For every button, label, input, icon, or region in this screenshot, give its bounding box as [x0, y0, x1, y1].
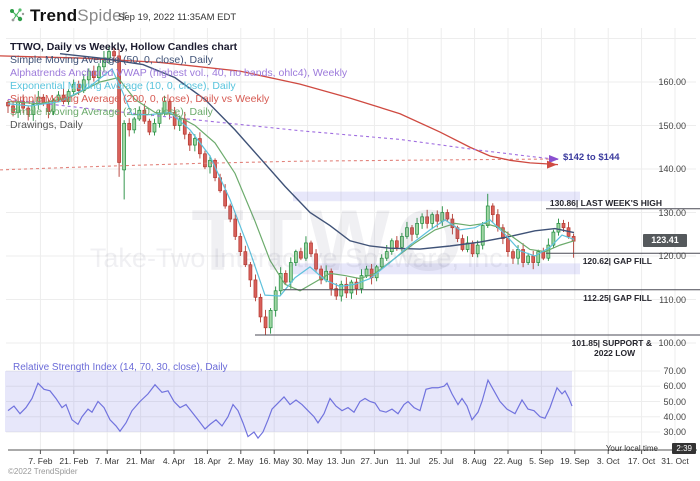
vwap-target-arrow-icon [549, 155, 559, 163]
price-axis-label: 150.00 [640, 121, 686, 131]
candle-body [188, 134, 191, 145]
rsi-axis-label: 70.00 [640, 366, 686, 376]
legend-anchored-vwap-weekly[interactable]: Alphatrends Anchored VWAP (highest vol.,… [10, 67, 347, 80]
drawing-annotation-label: 112.25| GAP FILL [452, 293, 652, 303]
rsi-indicator-label[interactable]: Relative Strength Index (14, 70, 30, clo… [13, 362, 228, 373]
rsi-range-band [5, 371, 572, 432]
trendspider-chart-window: TTWO Take-Two Interactive Software, Inc.… [0, 0, 700, 481]
candle-body [264, 317, 267, 328]
price-axis-label: 130.00 [640, 208, 686, 218]
rsi-axis-label: 50.00 [640, 397, 686, 407]
rsi-axis-label: 60.00 [640, 381, 686, 391]
drawing-annotation-label: 130.86| LAST WEEK'S HIGH [462, 198, 662, 208]
local-time-badge[interactable]: 2:39 [672, 443, 696, 454]
candle-body [203, 154, 206, 167]
copyright-text: ©2022 TrendSpider [8, 467, 78, 476]
price-target-label: $142 to $144 [563, 152, 620, 163]
candle-body [274, 291, 277, 311]
brand-logo[interactable]: TrendSpider [30, 6, 128, 26]
candle-body [193, 139, 196, 146]
drawing-annotation-label: 2022 LOW [594, 348, 635, 358]
legend-drawings-daily[interactable]: Drawings, Daily [10, 119, 347, 132]
candle-body [259, 297, 262, 317]
chart-datetime: Sep 19, 2022 11:35AM EDT [118, 12, 236, 23]
legend-sma-50-daily[interactable]: Simple Moving Average (50, 0, close), Da… [10, 54, 347, 67]
drawing-annotation-label: 101.85| SUPPORT & [452, 338, 652, 348]
indicator-legend: TTWO, Daily vs Weekly, Hollow Candles ch… [10, 41, 347, 132]
drawing-annotation-label: 120.62| GAP FILL [452, 256, 652, 266]
trendspider-logo-icon [7, 5, 27, 25]
legend-ema-10-daily[interactable]: Exponential Moving Average (10, 0, close… [10, 80, 347, 93]
last-price-badge: 123.41 [643, 234, 687, 247]
brand-bold: Trend [30, 6, 77, 25]
candle-body [269, 310, 272, 327]
price-axis-label: 160.00 [640, 77, 686, 87]
sma-target-arrow-icon [547, 161, 557, 169]
local-time-label: Your local time [606, 444, 658, 453]
legend-sma-21-daily[interactable]: Simple Moving Average (21, 0, close), Da… [10, 106, 347, 119]
price-axis-label: 140.00 [640, 164, 686, 174]
time-axis-label: 31. Oct [652, 456, 698, 466]
legend-sma-200-daily-weekly[interactable]: Simple Moving Average (200, 0, close), D… [10, 93, 347, 106]
rsi-axis-label: 40.00 [640, 412, 686, 422]
chart-title[interactable]: TTWO, Daily vs Weekly, Hollow Candles ch… [10, 41, 347, 54]
rsi-axis-label: 30.00 [640, 427, 686, 437]
